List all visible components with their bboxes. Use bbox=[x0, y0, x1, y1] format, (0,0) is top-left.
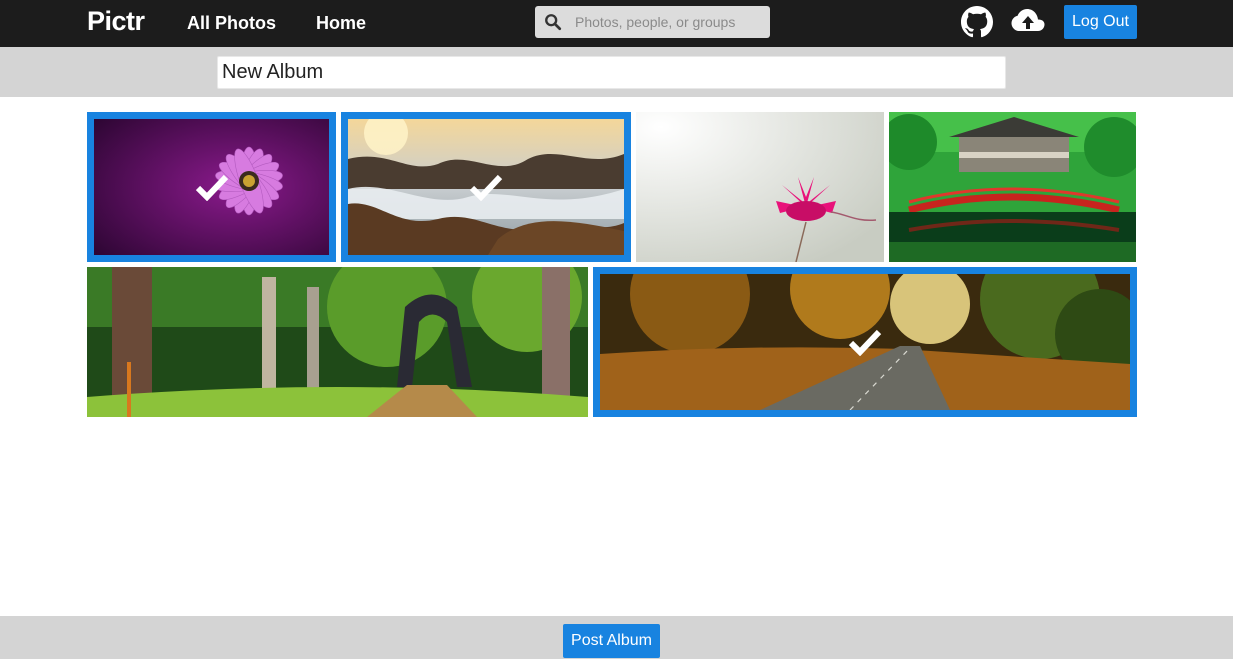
photo-tile-temple-bridge[interactable] bbox=[889, 112, 1136, 262]
nav-link-all-photos[interactable]: All Photos bbox=[187, 13, 276, 34]
nav-link-home[interactable]: Home bbox=[316, 13, 366, 34]
check-icon bbox=[848, 329, 882, 356]
photo-image bbox=[87, 267, 588, 417]
logo[interactable]: Pictr bbox=[87, 6, 145, 37]
post-album-button[interactable]: Post Album bbox=[563, 624, 660, 658]
logout-button[interactable]: Log Out bbox=[1064, 5, 1137, 39]
photo-tile-lotus[interactable] bbox=[636, 112, 884, 262]
photo-tile-forest-arch[interactable] bbox=[87, 267, 588, 417]
search-input[interactable] bbox=[575, 6, 765, 38]
search-icon[interactable] bbox=[544, 13, 562, 31]
cloud-upload-icon[interactable] bbox=[1011, 8, 1045, 36]
album-title-bar bbox=[0, 47, 1233, 97]
check-icon bbox=[469, 174, 503, 201]
top-nav: Pictr All Photos Home Log Out bbox=[0, 0, 1233, 47]
check-icon bbox=[195, 174, 228, 201]
github-icon[interactable] bbox=[961, 6, 993, 38]
search-box bbox=[535, 6, 770, 38]
photo-tile-daisy[interactable] bbox=[87, 112, 336, 262]
photo-image bbox=[889, 112, 1136, 262]
photo-image bbox=[636, 112, 884, 262]
photo-tile-autumn-road[interactable] bbox=[593, 267, 1137, 417]
footer-bar: Post Album bbox=[0, 616, 1233, 659]
photo-tile-shoreline[interactable] bbox=[341, 112, 631, 262]
album-title-input[interactable] bbox=[217, 56, 1006, 89]
